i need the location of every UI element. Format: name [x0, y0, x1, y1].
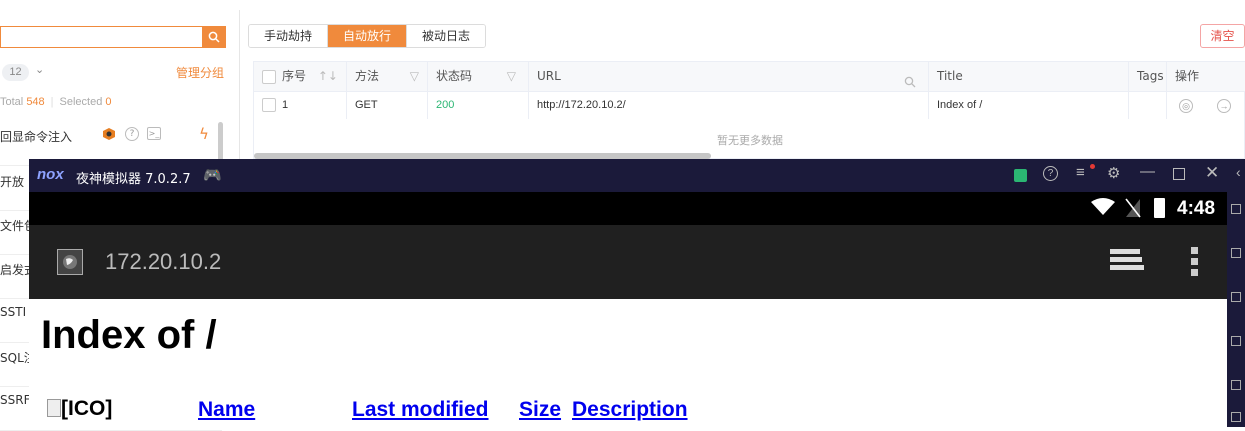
- apk-icon[interactable]: [1231, 336, 1241, 346]
- tab-manual-intercept[interactable]: 手动劫持: [249, 25, 329, 47]
- row-checkbox[interactable]: [262, 98, 276, 113]
- column-header-status[interactable]: 状态码 ▽: [428, 62, 529, 91]
- gear-icon[interactable]: ⚙: [1107, 164, 1120, 182]
- clear-button[interactable]: 清空: [1200, 24, 1245, 48]
- table-cell-url[interactable]: http://172.20.10.2/: [529, 91, 929, 119]
- table-cell-actions: ◎ →: [1167, 91, 1245, 119]
- address-bar[interactable]: 172.20.10.2: [105, 249, 221, 275]
- nox-logo: nox: [37, 166, 64, 183]
- table-cell-method: GET: [347, 91, 428, 119]
- totals-line: Total 548 | Selected 0: [0, 96, 112, 108]
- request-table: 序号 ↑↓ 方法 ▽ 状态码 ▽ URL Title Tags 操作 1 GET 2…: [253, 61, 1245, 159]
- maximize-icon[interactable]: [1173, 168, 1185, 180]
- table-cell-index[interactable]: 1: [254, 91, 347, 119]
- lightning-icon[interactable]: ϟ: [199, 125, 209, 143]
- search-button[interactable]: [202, 26, 226, 48]
- sort-by-modified-link[interactable]: Last modified: [352, 398, 489, 422]
- column-header-method[interactable]: 方法 ▽: [347, 62, 428, 91]
- mode-tabs: 手动劫持 自动放行 被动日志: [248, 24, 487, 48]
- table-cell-title: Index of /: [929, 91, 1129, 119]
- list-item-label: 回显命令注入: [0, 130, 73, 144]
- help-icon[interactable]: ?: [125, 127, 139, 141]
- wifi-icon: [1091, 198, 1115, 221]
- sort-icon[interactable]: ↑↓: [318, 69, 338, 83]
- sort-by-name-link[interactable]: Name: [198, 398, 255, 422]
- web-page: Index of / [ICO] Name Last modified Size…: [29, 299, 1227, 427]
- store-icon[interactable]: [1014, 169, 1027, 182]
- chevron-down-icon[interactable]: ⌄: [35, 63, 44, 76]
- group-count-badge[interactable]: 12: [2, 64, 29, 81]
- select-all-checkbox[interactable]: [262, 69, 276, 84]
- column-header-actions: 操作: [1167, 62, 1245, 91]
- keyboard-icon[interactable]: [1231, 248, 1241, 258]
- screenshot-icon[interactable]: [1231, 292, 1241, 302]
- battery-icon: [1154, 198, 1165, 218]
- selected-value: 0: [105, 96, 112, 108]
- emulator-titlebar: nox 夜神模拟器 7.0.2.7 🎮 ? ≡ ⚙ — ✕ ‹: [29, 159, 1245, 192]
- menu-icon[interactable]: ≡: [1076, 164, 1085, 181]
- globe-icon: [57, 249, 83, 275]
- fullscreen-icon[interactable]: [1231, 204, 1241, 214]
- column-header-title[interactable]: Title: [929, 62, 1129, 91]
- list-item-label: SSRF: [0, 393, 31, 407]
- broken-image: [ICO]: [47, 397, 112, 421]
- chevron-left-icon[interactable]: ‹: [1236, 164, 1241, 180]
- browser-app-bar: 172.20.10.2: [29, 225, 1227, 299]
- search-icon: [208, 31, 220, 43]
- page-heading: Index of /: [41, 313, 217, 357]
- sort-by-size-link[interactable]: Size: [519, 398, 561, 422]
- column-header-url[interactable]: URL: [529, 62, 929, 91]
- close-icon[interactable]: ✕: [1205, 163, 1219, 183]
- column-header-tags[interactable]: Tags: [1129, 62, 1167, 91]
- total-value: 548: [26, 96, 45, 108]
- folder-icon[interactable]: [1231, 380, 1241, 390]
- list-item-label: 开放: [0, 175, 25, 189]
- android-status-bar: 4:48: [29, 192, 1227, 225]
- emulator-title: 夜神模拟器 7.0.2.7: [76, 172, 191, 187]
- filter-icon[interactable]: ▽: [507, 62, 516, 91]
- help-icon[interactable]: ?: [1043, 166, 1058, 181]
- selected-label: Selected: [59, 96, 103, 108]
- overflow-menu-icon[interactable]: [1191, 247, 1199, 282]
- emulator-window: nox 夜神模拟器 7.0.2.7 🎮 ? ≡ ⚙ — ✕ ‹ 4:48 172…: [29, 159, 1245, 427]
- tabs-stack-icon[interactable]: [1110, 249, 1144, 280]
- tab-passive-log[interactable]: 被动日志: [407, 25, 486, 47]
- badge-icon: [102, 127, 116, 144]
- minimize-icon[interactable]: —: [1140, 163, 1155, 180]
- filter-icon[interactable]: ▽: [410, 62, 419, 91]
- tab-auto-release[interactable]: 自动放行: [328, 25, 408, 47]
- top-strip: [0, 0, 1245, 10]
- browser-icon[interactable]: ◎: [1179, 99, 1193, 113]
- terminal-icon[interactable]: >_: [147, 127, 161, 140]
- gamepad-icon[interactable]: 🎮: [203, 166, 222, 184]
- notification-dot: [1090, 164, 1095, 169]
- sort-by-description-link[interactable]: Description: [572, 398, 688, 422]
- table-cell-status: 200: [428, 91, 529, 119]
- emulator-side-toolbar: [1227, 192, 1245, 427]
- total-label: Total: [0, 96, 24, 108]
- search-input[interactable]: [0, 26, 202, 48]
- status-time: 4:48: [1177, 198, 1216, 219]
- column-header-index[interactable]: 序号 ↑↓: [254, 62, 347, 91]
- broken-image-icon: [47, 399, 61, 417]
- no-signal-icon: [1125, 198, 1141, 223]
- record-icon[interactable]: [1231, 412, 1241, 422]
- no-more-data: 暂无更多数据: [717, 134, 783, 147]
- arrow-right-icon[interactable]: →: [1217, 99, 1231, 113]
- table-cell-tags: [1129, 91, 1167, 119]
- manage-groups-link[interactable]: 管理分组: [176, 64, 224, 81]
